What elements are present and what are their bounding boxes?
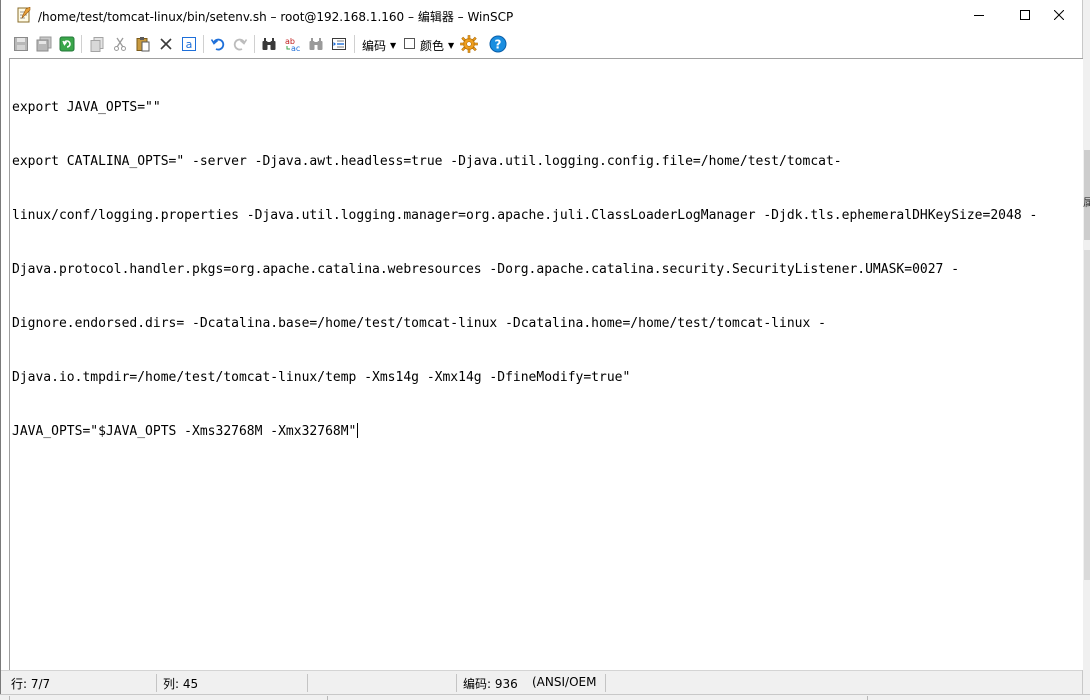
goto-line-icon [331,36,347,52]
chevron-down-icon: ▼ [448,41,455,50]
help-icon: ? [489,35,507,53]
settings-button[interactable] [459,34,479,54]
code-line: Dignore.endorsed.dirs= -Dcatalina.base=/… [12,316,826,331]
help-button[interactable]: ? [488,34,508,54]
background-text: 属 [1083,196,1090,209]
color-checkbox[interactable] [404,38,415,49]
copy-icon [89,36,105,52]
color-dropdown[interactable]: 颜色 ▼ [420,37,454,54]
reload-icon [59,36,75,52]
code-line: export CATALINA_OPTS=" -server -Djava.aw… [12,154,842,169]
select-all-icon: a [181,36,197,52]
background-scrollbar-track [1084,250,1090,580]
svg-text:a: a [186,38,193,51]
replace-icon: ab ac [284,36,302,52]
find-icon [261,36,277,52]
minimize-button-real[interactable] [944,0,990,30]
color-label: 颜色 [420,39,445,53]
status-column-position: 列: 45 [163,677,199,691]
chevron-down-icon: ▼ [390,41,397,50]
close-button[interactable] [1036,0,1082,30]
delete-icon [158,36,174,52]
code-line-text: JAVA_OPTS="$JAVA_OPTS -Xms32768M -Xmx327… [12,424,357,439]
notepad-icon [17,6,31,23]
settings-icon [460,35,478,53]
paste-button[interactable] [133,34,153,54]
cut-icon [112,36,128,52]
code-line: export JAVA_OPTS="" [12,100,161,115]
svg-text:ac: ac [291,44,300,52]
title-bar[interactable]: /home/test/tomcat-linux/bin/setenv.sh – … [1,0,1082,30]
save-all-icon [36,36,52,52]
status-encoding: 编码: 936 [463,677,518,691]
copy-button[interactable] [87,34,107,54]
save-icon [13,36,29,52]
undo-button[interactable] [208,34,228,54]
find-next-icon [308,36,324,52]
replace-button[interactable]: ab ac [283,34,303,54]
redo-icon [232,36,248,52]
text-editor[interactable]: export JAVA_OPTS="" export CATALINA_OPTS… [9,58,1083,670]
editor-content[interactable]: export JAVA_OPTS="" export CATALINA_OPTS… [12,63,1037,477]
code-line-current: JAVA_OPTS="$JAVA_OPTS -Xms32768M -Xmx327… [12,423,1037,441]
minimize-icon [974,10,984,20]
maximize-button[interactable] [990,0,1036,30]
paste-icon [135,36,151,52]
status-charset: (ANSI/OEM [532,675,597,689]
editor-window: /home/test/tomcat-linux/bin/setenv.sh – … [0,0,1083,694]
goto-line-button[interactable] [329,34,349,54]
save-all-button[interactable] [34,34,54,54]
background-taskbar-edge [0,694,1090,700]
encoding-dropdown[interactable]: 编码 ▼ [362,37,396,54]
close-icon [1054,10,1064,20]
code-line: Djava.io.tmpdir=/home/test/tomcat-linux/… [12,370,631,385]
find-next-button[interactable] [306,34,326,54]
select-all-button[interactable]: a [179,34,199,54]
window-title: /home/test/tomcat-linux/bin/setenv.sh – … [38,10,514,24]
reload-button[interactable] [57,34,77,54]
status-line-position: 行: 7/7 [11,677,51,691]
maximize-icon [1020,10,1030,20]
editor-toolbar: a ab ac 编码 ▼ 颜色 ▼ ? [1,30,1082,58]
save-button[interactable] [11,34,31,54]
cut-button[interactable] [110,34,130,54]
encoding-label: 编码 [362,39,387,53]
delete-button[interactable] [156,34,176,54]
code-line: Djava.protocol.handler.pkgs=org.apache.c… [12,262,960,277]
background-window-edge: 属 [1082,0,1090,700]
undo-icon [210,36,226,52]
find-button[interactable] [259,34,279,54]
code-line: linux/conf/logging.properties -Djava.uti… [12,208,1038,223]
status-bar: 行: 7/7 列: 45 编码: 936 (ANSI/OEM [1,670,1082,694]
redo-button[interactable] [230,34,250,54]
text-caret [357,423,359,438]
svg-text:?: ? [495,38,502,52]
